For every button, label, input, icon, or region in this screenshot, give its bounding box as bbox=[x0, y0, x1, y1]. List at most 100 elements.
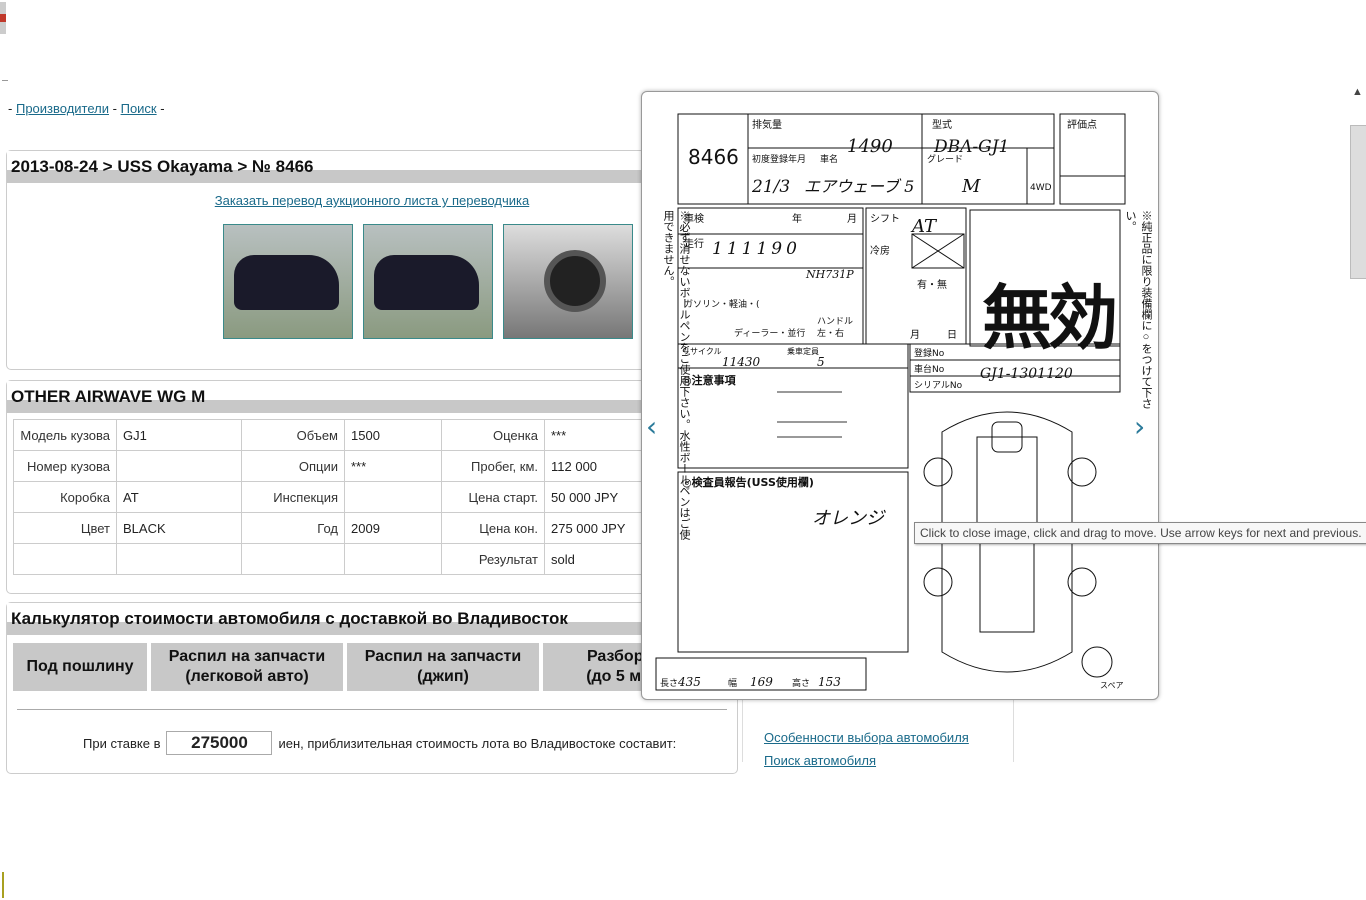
sheet-shift: AT bbox=[910, 216, 938, 237]
sheet-label: 日 bbox=[947, 330, 957, 341]
sheet-label: 乗車定員 bbox=[787, 346, 819, 356]
nav-link-search[interactable]: Поиск bbox=[121, 101, 157, 116]
sidebar-link-search[interactable]: Поиск автомобиля bbox=[764, 753, 876, 768]
nav-separator: - bbox=[160, 101, 165, 116]
spec-value bbox=[116, 450, 242, 482]
calc-tab-duty[interactable]: Под пошлину bbox=[13, 643, 147, 691]
lot-panel: 2013-08-24 > USS Okayama > № 8466 Заказа… bbox=[6, 150, 738, 370]
calc-tab-parts-jeep[interactable]: Распил на запчасти (джип) bbox=[347, 643, 539, 691]
sheet-label: ガソリン・軽油・( bbox=[684, 298, 760, 310]
sheet-color-code: NH731P bbox=[805, 268, 854, 281]
nav-separator: - bbox=[8, 101, 13, 116]
lightbox-prev-icon[interactable]: ‹ bbox=[646, 410, 657, 443]
sheet-label: 高さ bbox=[792, 677, 810, 689]
sheet-side-note: ※必ず消せないボールペンをご使用下さい。水性ボールペンはご使用できません。 bbox=[662, 210, 690, 540]
sheet-label: 登録No bbox=[914, 347, 945, 359]
table-row: Цвет BLACK Год 2009 Цена кон. 275 000 JP… bbox=[13, 512, 678, 544]
sheet-label: 車名 bbox=[820, 153, 838, 165]
rate-input[interactable]: 275000 bbox=[166, 731, 273, 755]
spec-label: Цена старт. bbox=[441, 481, 545, 513]
spec-label: Объем bbox=[241, 419, 345, 451]
order-translation-link[interactable]: Заказать перевод аукционного листа у пер… bbox=[215, 193, 529, 208]
calculator-title: Калькулятор стоимости автомобиля с доста… bbox=[7, 603, 737, 635]
sheet-year: 21/3 bbox=[751, 177, 790, 197]
nav-separator: - bbox=[112, 101, 117, 116]
calc-tab-parts-car[interactable]: Распил на запчасти (легковой авто) bbox=[151, 643, 343, 691]
photo-thumbnail-front[interactable] bbox=[223, 224, 353, 339]
sheet-label: スペア bbox=[1100, 681, 1123, 690]
sheet-label: 初度登録年月 bbox=[752, 153, 806, 165]
spec-value: AT bbox=[116, 481, 242, 513]
sidebar-link-choosing[interactable]: Особенности выбора автомобиля bbox=[764, 730, 969, 745]
sheet-color: オレンジ bbox=[812, 508, 886, 529]
spec-label: Цена кон. bbox=[441, 512, 545, 544]
sheet-grade: M bbox=[961, 176, 981, 197]
spec-value: BLACK bbox=[116, 512, 242, 544]
sheet-side-note: ※純正品に限り装備欄に○をつけて下さい。 bbox=[1124, 210, 1152, 409]
sheet-label: 左・右 bbox=[817, 327, 844, 339]
spec-label: Пробег, км. bbox=[441, 450, 545, 482]
calculator-panel: Калькулятор стоимости автомобиля с доста… bbox=[6, 602, 738, 774]
spec-label bbox=[241, 543, 345, 575]
calculator-tabs: Под пошлину Распил на запчасти (легковой… bbox=[13, 643, 703, 691]
sheet-displacement: 1490 bbox=[847, 136, 893, 157]
sidebar-links: Особенности выбора автомобиля Поиск авто… bbox=[764, 726, 969, 772]
sheet-width: 169 bbox=[750, 675, 773, 689]
spec-label: Оценка bbox=[441, 419, 545, 451]
spec-label: Коробка bbox=[13, 481, 117, 513]
table-row: Номер кузова Опции *** Пробег, км. 112 0… bbox=[13, 450, 678, 482]
nav-link-manufacturers[interactable]: Производители bbox=[16, 101, 109, 116]
sheet-label: 有・無 bbox=[917, 278, 947, 291]
sheet-label: 幅 bbox=[728, 677, 737, 689]
scrollbar-thumb[interactable] bbox=[1350, 125, 1366, 279]
breadcrumb: - Производители - Поиск - bbox=[8, 101, 165, 116]
sheet-length: 435 bbox=[677, 675, 701, 689]
sheet-label: シリアルNo bbox=[914, 381, 963, 391]
lightbox-next-icon[interactable]: › bbox=[1134, 410, 1145, 443]
sheet-label: 車台No bbox=[914, 363, 945, 375]
scroll-up-icon[interactable]: ▲ bbox=[1352, 86, 1363, 98]
sheet-label: ディーラー・並行 bbox=[734, 327, 805, 339]
spec-label: Номер кузова bbox=[13, 450, 117, 482]
spec-value bbox=[344, 481, 442, 513]
photo-thumbnail-rear[interactable] bbox=[363, 224, 493, 339]
sheet-label: 長さ bbox=[660, 678, 678, 689]
spec-value: *** bbox=[344, 450, 442, 482]
spec-value: GJ1 bbox=[116, 419, 242, 451]
spec-value: 1500 bbox=[344, 419, 442, 451]
auction-sheet-image: 8466 排気量 型式 初度登録年月 車名 グレード 4WD 評価点 車検 年 … bbox=[655, 113, 1126, 691]
spec-value: 2009 bbox=[344, 512, 442, 544]
rate-suffix-label: иен, приблизительная стоимость лота во В… bbox=[278, 735, 677, 751]
car-title: OTHER AIRWAVE WG M bbox=[7, 381, 737, 413]
spec-value bbox=[344, 543, 442, 575]
rate-prefix-label: При ставке в bbox=[83, 735, 161, 751]
sheet-label: ハンドル bbox=[817, 317, 853, 327]
sheet-label: 評価点 bbox=[1067, 118, 1097, 131]
sheet-label: ◎検査員報告(USS使用欄) bbox=[682, 475, 814, 489]
sheet-height: 153 bbox=[818, 675, 841, 689]
specs-table: Модель кузова GJ1 Объем 1500 Оценка *** … bbox=[13, 419, 678, 575]
spec-label: Результат bbox=[441, 543, 545, 575]
table-row: Коробка AT Инспекция Цена старт. 50 000 … bbox=[13, 481, 678, 513]
sheet-seats: 5 bbox=[817, 355, 825, 369]
sheet-mileage: 111190 bbox=[712, 239, 801, 259]
spec-label bbox=[13, 543, 117, 575]
divider bbox=[2, 80, 8, 81]
spec-label: Год bbox=[241, 512, 345, 544]
table-row: Модель кузова GJ1 Объем 1500 Оценка *** bbox=[13, 419, 678, 451]
sheet-label: 月 bbox=[847, 213, 857, 225]
lot-title: 2013-08-24 > USS Okayama > № 8466 bbox=[7, 151, 737, 183]
top-edge-marker bbox=[0, 2, 6, 34]
sheet-car-name: エアウェーブ 5 bbox=[804, 177, 914, 196]
spec-value bbox=[116, 543, 242, 575]
photo-thumbnail-interior[interactable] bbox=[503, 224, 633, 339]
spec-label: Цвет bbox=[13, 512, 117, 544]
lightbox[interactable]: 8466 排気量 型式 初度登録年月 車名 グレード 4WD 評価点 車検 年 … bbox=[641, 91, 1159, 700]
sheet-lot-number: 8466 bbox=[688, 145, 739, 169]
sheet-label: 型式 bbox=[932, 118, 952, 131]
sheet-void-stamp: 無効 bbox=[982, 277, 1115, 359]
sheet-chassis: GJ1-1301120 bbox=[980, 366, 1073, 382]
spec-label: Опции bbox=[241, 450, 345, 482]
photo-thumbnails bbox=[223, 224, 633, 339]
lightbox-tooltip: Click to close image, click and drag to … bbox=[914, 522, 1366, 544]
